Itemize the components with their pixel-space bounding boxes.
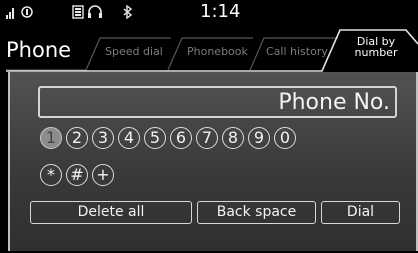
key-2[interactable]: 2 (66, 127, 88, 149)
dial-button[interactable]: Dial (321, 201, 400, 224)
phone-battery-icon (72, 5, 86, 22)
headset-icon (87, 5, 103, 22)
key-5[interactable]: 5 (144, 127, 166, 149)
header: Phone Speed dial Phonebook Call history … (0, 24, 418, 72)
key-7[interactable]: 7 (196, 127, 218, 149)
tab-dial-by-number[interactable]: Dial by number (346, 36, 406, 58)
key-6[interactable]: 6 (170, 127, 192, 149)
tab-call-history[interactable]: Call history (266, 45, 328, 58)
delete-all-button[interactable]: Delete all (30, 201, 192, 224)
key-star[interactable]: * (40, 164, 62, 186)
back-space-button[interactable]: Back space (197, 201, 316, 224)
key-3[interactable]: 3 (92, 127, 114, 149)
key-8[interactable]: 8 (222, 127, 244, 149)
key-4[interactable]: 4 (118, 127, 140, 149)
signal-strength-icon (6, 5, 20, 22)
key-hash[interactable]: # (66, 164, 88, 186)
phone-connected-icon (20, 5, 34, 22)
clock: 1:14 (200, 1, 241, 22)
key-0[interactable]: 0 (274, 127, 296, 149)
key-1[interactable]: 1 (40, 127, 62, 149)
page-title: Phone (6, 38, 72, 62)
tab-speed-dial[interactable]: Speed dial (105, 45, 163, 58)
tab-phonebook[interactable]: Phonebook (187, 45, 248, 58)
key-9[interactable]: 9 (248, 127, 270, 149)
tab-dial-by-number-line2: number (354, 46, 398, 59)
dialer-panel: Phone No. 1 2 3 4 5 6 7 8 9 0 * # + Dele… (8, 72, 418, 251)
key-plus[interactable]: + (92, 164, 114, 186)
bluetooth-icon (122, 4, 134, 22)
status-bar: 1:14 (0, 0, 418, 24)
phone-number-display[interactable]: Phone No. (38, 86, 397, 118)
